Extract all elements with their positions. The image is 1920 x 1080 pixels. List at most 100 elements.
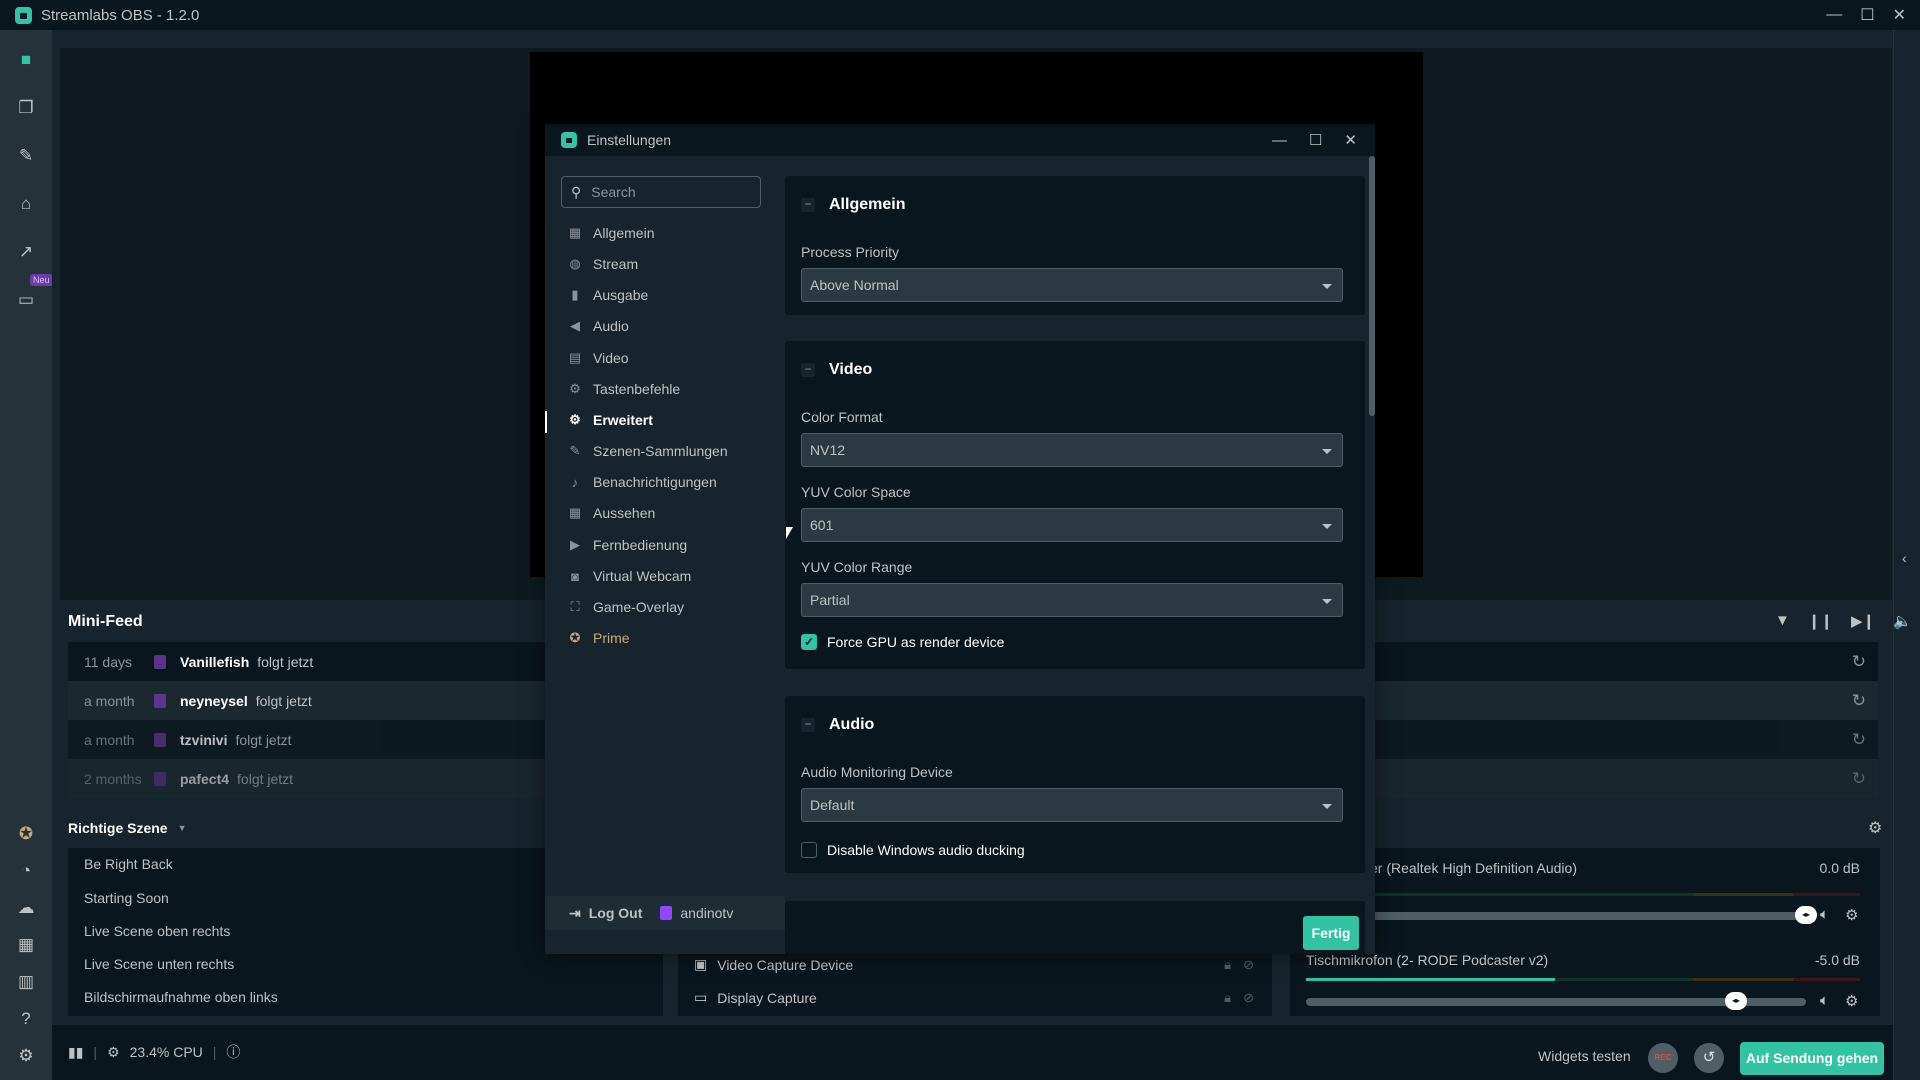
minimize-button[interactable]: — (1826, 6, 1842, 24)
scene-item[interactable]: Live Scene oben rechts (84, 923, 230, 939)
checkbox-unchecked-icon[interactable] (801, 842, 817, 858)
checkbox-checked-icon[interactable]: ✓ (801, 634, 817, 650)
volume-icon[interactable]: 🔈 (1893, 612, 1912, 630)
skip-icon[interactable]: ▶❙ (1851, 612, 1875, 630)
replay-icon[interactable]: ↻ (1852, 769, 1866, 789)
audio-monitoring-select[interactable]: Default (801, 788, 1343, 822)
visibility-off-icon[interactable]: ⊘ (1243, 990, 1254, 1006)
settings-nav-allgemein[interactable]: ▦ Allgemein (567, 222, 777, 244)
gear-icon[interactable]: ⚙ (1845, 992, 1858, 1010)
close-button[interactable]: ✕ (1344, 131, 1357, 149)
camera-icon[interactable]: ■ (16, 50, 36, 70)
nav-label: Benachrichtigungen (593, 474, 717, 490)
test-widgets-button[interactable]: Widgets testen (1538, 1048, 1631, 1064)
minifeed-title: Mini-Feed (68, 613, 143, 630)
stats-icon[interactable]: ▮▮ (68, 1044, 83, 1061)
right-panel-toggle[interactable]: ‹ (1893, 30, 1920, 1080)
volume-slider[interactable]: ◂▸ (1306, 906, 1817, 924)
gear-icon[interactable]: ⚙ (16, 1046, 36, 1066)
columns-icon[interactable]: ▥ (16, 972, 36, 992)
settings-nav-audio[interactable]: ◀ Audio (567, 315, 777, 337)
slider-thumb[interactable]: ◂▸ (1795, 906, 1817, 924)
color-format-select[interactable]: NV12 (801, 433, 1343, 467)
done-button[interactable]: Fertig (1303, 916, 1359, 950)
twitch-icon (154, 693, 166, 708)
maximize-button[interactable]: ☐ (1860, 5, 1874, 25)
collapse-icon[interactable]: − (801, 363, 815, 377)
replay-icon[interactable]: ↻ (1852, 730, 1866, 750)
info-icon[interactable]: ⓘ (226, 1042, 240, 1062)
settings-nav-stream[interactable]: ◍ Stream (567, 253, 777, 275)
go-live-button[interactable]: Auf Sendung gehen (1740, 1042, 1884, 1075)
speaker-icon[interactable]: 🔈︎ (1820, 992, 1829, 1009)
chevron-left-icon[interactable]: ‹ (1902, 550, 1907, 566)
collapse-icon[interactable]: − (801, 718, 815, 732)
force-gpu-checkbox[interactable]: ✓ Force GPU as render device (801, 634, 1004, 650)
lock-icon[interactable]: 🔒︎ (1224, 990, 1231, 1006)
replay-buffer-button[interactable]: ↺ (1694, 1043, 1724, 1073)
process-priority-select[interactable]: Above Normal (801, 268, 1343, 302)
pause-icon[interactable]: ❙❙ (1808, 612, 1833, 630)
scene-item[interactable]: Be Right Back (84, 856, 173, 872)
scrollbar[interactable] (1369, 156, 1375, 416)
replay-icon[interactable]: ↻ (1852, 652, 1866, 672)
filter-icon[interactable]: ▼ (1775, 612, 1790, 630)
tools-icon: ✎ (569, 443, 581, 458)
logout-icon: ⇥ (569, 904, 581, 921)
visibility-off-icon[interactable]: ⊘ (1243, 957, 1254, 973)
search-input[interactable] (591, 184, 742, 200)
settings-nav-fernbedienung[interactable]: ▶ Fernbedienung (567, 534, 777, 556)
slider-thumb[interactable]: ◂▸ (1725, 992, 1747, 1010)
settings-nav-prime[interactable]: ✪ Prime (567, 627, 777, 649)
settings-nav-aussehen[interactable]: ▦ Aussehen (567, 502, 777, 524)
lock-icon[interactable]: 🔒︎ (1224, 957, 1231, 973)
settings-nav-benachrichtigungen[interactable]: ♪ Benachrichtigungen (567, 471, 777, 493)
settings-search[interactable]: ⚲ (561, 176, 761, 208)
yuv-color-range-select[interactable]: Partial (801, 583, 1343, 617)
chat-icon[interactable]: ☁ (16, 898, 36, 918)
gear-icon[interactable]: ⚙ (1845, 906, 1858, 924)
color-format-label: Color Format (801, 409, 883, 425)
nav-label: Ausgabe (593, 287, 649, 303)
settings-nav-video[interactable]: ▤ Video (567, 347, 777, 369)
help-icon[interactable]: ? (16, 1009, 36, 1029)
scene-collection-selector[interactable]: Richtige Szene ▼ (68, 820, 187, 836)
audio-mixer: er (Realtek High Definition Audio) 0.0 d… (1290, 848, 1880, 1016)
settings-nav-virtual-webcam[interactable]: ◙ Virtual Webcam (567, 565, 777, 587)
record-button[interactable]: REC (1648, 1043, 1678, 1073)
mixer-settings-gear-icon[interactable]: ⚙ (1868, 818, 1882, 838)
minimize-button[interactable]: — (1272, 132, 1287, 149)
replay-icon[interactable]: ↻ (1852, 691, 1866, 711)
store-icon[interactable]: ⌂ (16, 194, 36, 214)
collapse-icon[interactable]: − (801, 198, 815, 212)
clapper-icon[interactable]: ▭ (16, 290, 36, 310)
speaker-icon[interactable]: 🔈︎ (1820, 906, 1829, 923)
settings-nav-szenen-sammlungen[interactable]: ✎ Szenen-Sammlungen (567, 440, 777, 462)
chart-icon[interactable]: ↗ (16, 242, 36, 262)
maximize-button[interactable]: ☐ (1309, 131, 1322, 149)
twitch-icon (154, 771, 166, 786)
settings-nav-tastenbefehle[interactable]: ⚙ Tastenbefehle (567, 378, 777, 400)
scene-item[interactable]: Starting Soon (84, 890, 169, 906)
scene-item[interactable]: Live Scene unten rechts (84, 956, 234, 972)
layers-icon[interactable]: ❐ (16, 98, 36, 118)
yuv-color-range-label: YUV Color Range (801, 559, 913, 575)
settings-nav-game-overlay[interactable]: ⛶ Game-Overlay (567, 596, 777, 618)
settings-nav-ausgabe[interactable]: ▮ Ausgabe (567, 284, 777, 306)
yuv-color-space-select[interactable]: 601 (801, 508, 1343, 542)
close-button[interactable]: ✕ (1893, 5, 1906, 25)
feed-user: tzvinivi (180, 731, 228, 748)
volume-slider[interactable]: ◂▸ (1306, 992, 1806, 1010)
logout-button[interactable]: ⇥ Log Out (569, 905, 642, 922)
prime-icon[interactable]: ✪ (16, 824, 36, 844)
source-item[interactable]: ▣ Video Capture Device 🔒︎ ⊘ (694, 956, 1254, 973)
dashboard-icon[interactable]: ◔ (16, 861, 36, 881)
disable-ducking-checkbox[interactable]: Disable Windows audio ducking (801, 842, 1025, 858)
expand-icon: ⛶ (570, 599, 580, 614)
source-item[interactable]: ▭ Display Capture 🔒︎ ⊘ (694, 989, 1254, 1006)
settings-nav-erweitert[interactable]: ⚙ Erweitert (567, 409, 777, 431)
scene-item[interactable]: Bildschirmaufnahme oben links (84, 989, 278, 1005)
meter-level (1306, 978, 1556, 981)
tools-icon[interactable]: ✎ (16, 146, 36, 166)
grid-icon[interactable]: ▦ (16, 935, 36, 955)
